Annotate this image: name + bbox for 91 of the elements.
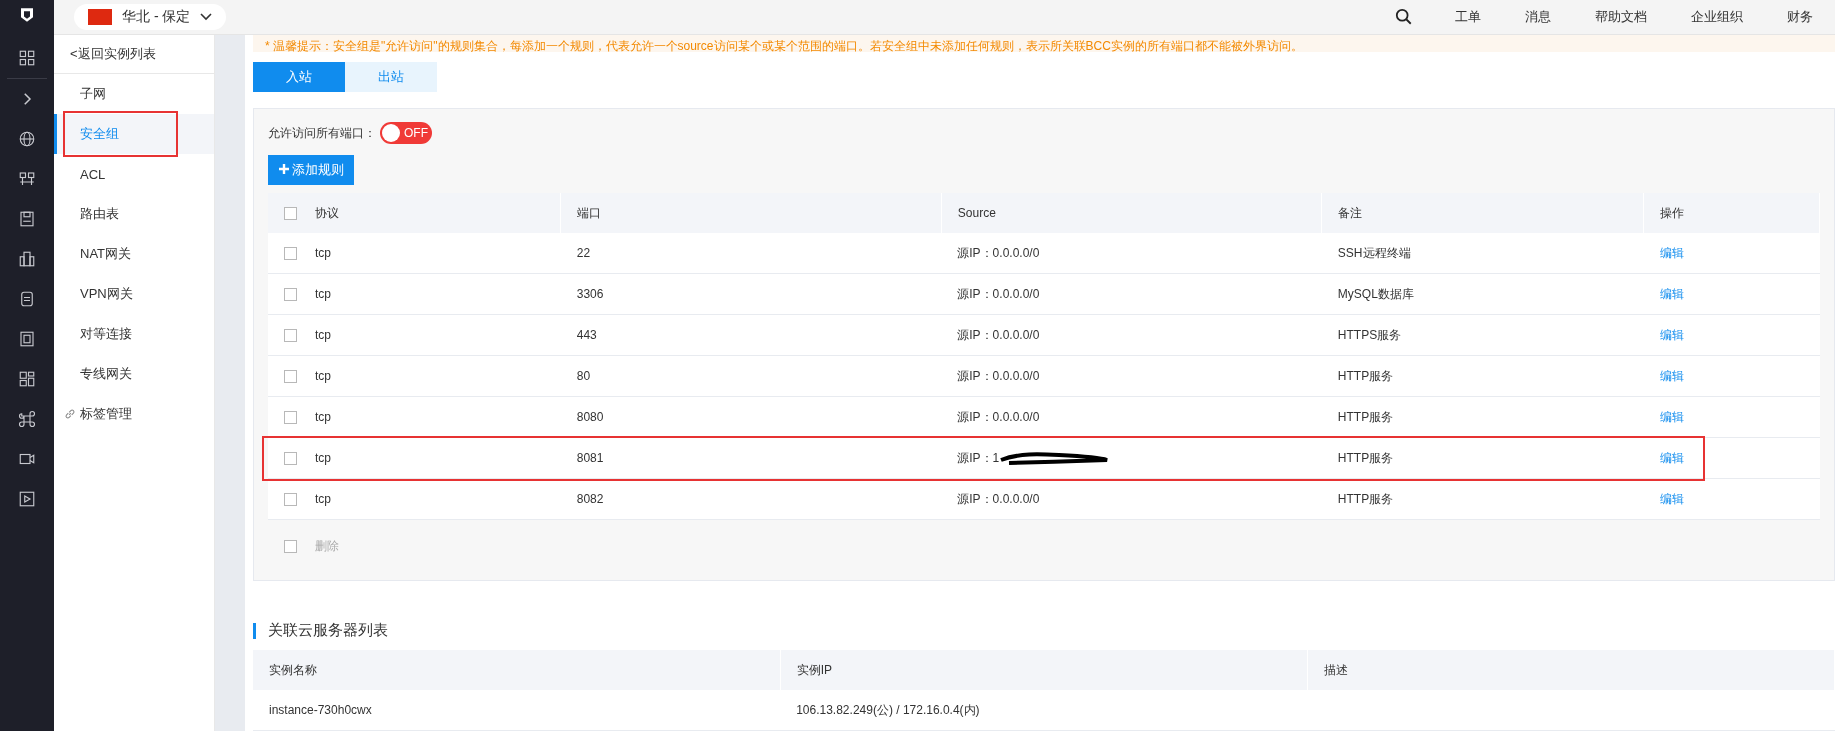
table-cell: HTTP服务: [1337, 450, 1394, 465]
nav-link[interactable]: 工单: [1455, 8, 1481, 26]
table-cell: tcp: [315, 245, 331, 260]
column-header: 端口: [577, 205, 602, 220]
toggle-switch[interactable]: OFF: [380, 122, 432, 144]
sidebar-item[interactable]: ACL: [54, 154, 214, 194]
dashboard-icon[interactable]: [18, 370, 36, 388]
table-cell: instance-730h0cwx: [269, 703, 372, 717]
edit-link[interactable]: 编辑: [1659, 409, 1684, 424]
column-header: 操作: [1660, 205, 1685, 220]
column-header: 备注: [1338, 205, 1363, 220]
globe-icon[interactable]: [18, 130, 36, 148]
table-cell: HTTP服务: [1337, 409, 1394, 424]
column-header: 实例IP: [796, 662, 832, 677]
table-cell: 源IP：1: [957, 450, 1000, 465]
back-link[interactable]: <返回实例列表: [54, 35, 214, 74]
section-title: 关联云服务器列表: [268, 621, 388, 640]
table-cell: 源IP：0.0.0.0/0: [957, 368, 1040, 383]
edit-link[interactable]: 编辑: [1659, 286, 1684, 301]
nav-link[interactable]: 消息: [1525, 8, 1551, 26]
table-cell: tcp: [315, 368, 331, 383]
building-icon[interactable]: [18, 250, 36, 268]
checkbox[interactable]: [284, 370, 297, 384]
sidebar-item[interactable]: 对等连接: [54, 314, 214, 354]
nav-link[interactable]: 企业组织: [1691, 8, 1743, 26]
checkbox[interactable]: [284, 247, 297, 261]
caret-icon: [200, 13, 213, 21]
grid-icon[interactable]: [18, 49, 36, 67]
checkbox[interactable]: [284, 288, 297, 302]
search-icon[interactable]: [1395, 8, 1413, 26]
checkbox[interactable]: [284, 539, 297, 553]
checkbox[interactable]: [284, 329, 297, 343]
column-header: 协议: [315, 205, 339, 220]
link-icon: [64, 408, 76, 420]
sidebar-item[interactable]: NAT网关: [54, 234, 214, 274]
table-cell: 源IP：0.0.0.0/0: [957, 245, 1040, 260]
checkbox[interactable]: [284, 452, 297, 466]
section-marker: [253, 622, 256, 639]
sidebar-item[interactable]: 子网: [54, 74, 214, 114]
table-cell: 80: [576, 369, 591, 383]
sidebar-item[interactable]: VPN网关: [54, 274, 214, 314]
column-header: Source: [957, 206, 996, 220]
table-cell: 3306: [576, 287, 604, 301]
edit-link[interactable]: 编辑: [1659, 368, 1684, 383]
table-cell: tcp: [315, 327, 331, 342]
add-rule-button[interactable]: 添加规则: [268, 155, 354, 185]
command-icon[interactable]: [18, 410, 36, 428]
sidebar-item[interactable]: 路由表: [54, 194, 214, 234]
table-cell: tcp: [315, 409, 331, 424]
sidebar-item[interactable]: 专线网关: [54, 354, 214, 394]
notice-text: * 温馨提示：安全组是"允许访问"的规则集合，每添加一个规则，代表允许一个source访问某个或某个范围的端口。若安全组中未添加任何规则，表示所关联BCC实例的所有端口都不能被外界访问。: [253, 35, 1835, 52]
tab[interactable]: 入站: [253, 62, 345, 92]
table-cell: tcp: [315, 491, 331, 506]
table-cell: HTTP服务: [1337, 368, 1394, 383]
region-label: 华北 - 保定: [122, 8, 191, 26]
logo-icon: [18, 6, 36, 24]
table-cell: 106.13.82.249(公) / 172.16.0.4(内): [796, 702, 980, 717]
network-icon[interactable]: [18, 170, 36, 188]
database-icon[interactable]: [18, 290, 36, 308]
frame-icon[interactable]: [18, 330, 36, 348]
sidebar-item[interactable]: 标签管理: [54, 394, 214, 434]
table-cell: 22: [576, 246, 591, 260]
play-icon[interactable]: [18, 490, 36, 508]
checkbox[interactable]: [284, 411, 297, 425]
table-cell: MySQL数据库: [1337, 286, 1414, 301]
edit-link[interactable]: 编辑: [1659, 450, 1684, 465]
table-cell: 8082: [576, 492, 604, 506]
column-header: 实例名称: [269, 662, 317, 677]
region-selector[interactable]: 华北 - 保定: [74, 4, 227, 30]
checkbox[interactable]: [284, 206, 297, 220]
edit-link[interactable]: 编辑: [1659, 245, 1684, 260]
checkbox[interactable]: [284, 493, 297, 507]
table-cell: 源IP：0.0.0.0/0: [957, 409, 1040, 424]
table-cell: 443: [576, 328, 597, 342]
table-cell: tcp: [315, 286, 331, 301]
table-cell: tcp: [315, 450, 331, 465]
table-cell: 源IP：0.0.0.0/0: [957, 327, 1040, 342]
column-header: 描述: [1323, 662, 1348, 677]
table-cell: 源IP：0.0.0.0/0: [957, 491, 1040, 506]
nav-link[interactable]: 帮助文档: [1595, 8, 1647, 26]
edit-link[interactable]: 编辑: [1659, 491, 1684, 506]
table-cell: 源IP：0.0.0.0/0: [957, 286, 1040, 301]
table-cell: HTTPS服务: [1337, 327, 1402, 342]
table-cell: HTTP服务: [1337, 491, 1394, 506]
table-cell: 8080: [576, 410, 604, 424]
table-cell: 8081: [576, 451, 604, 465]
edit-link[interactable]: 编辑: [1659, 327, 1684, 342]
nav-link[interactable]: 财务: [1787, 8, 1813, 26]
switch-label: 允许访问所有端口：: [268, 124, 376, 142]
table-cell: SSH远程终端: [1337, 245, 1411, 260]
flag-icon: [88, 9, 112, 25]
